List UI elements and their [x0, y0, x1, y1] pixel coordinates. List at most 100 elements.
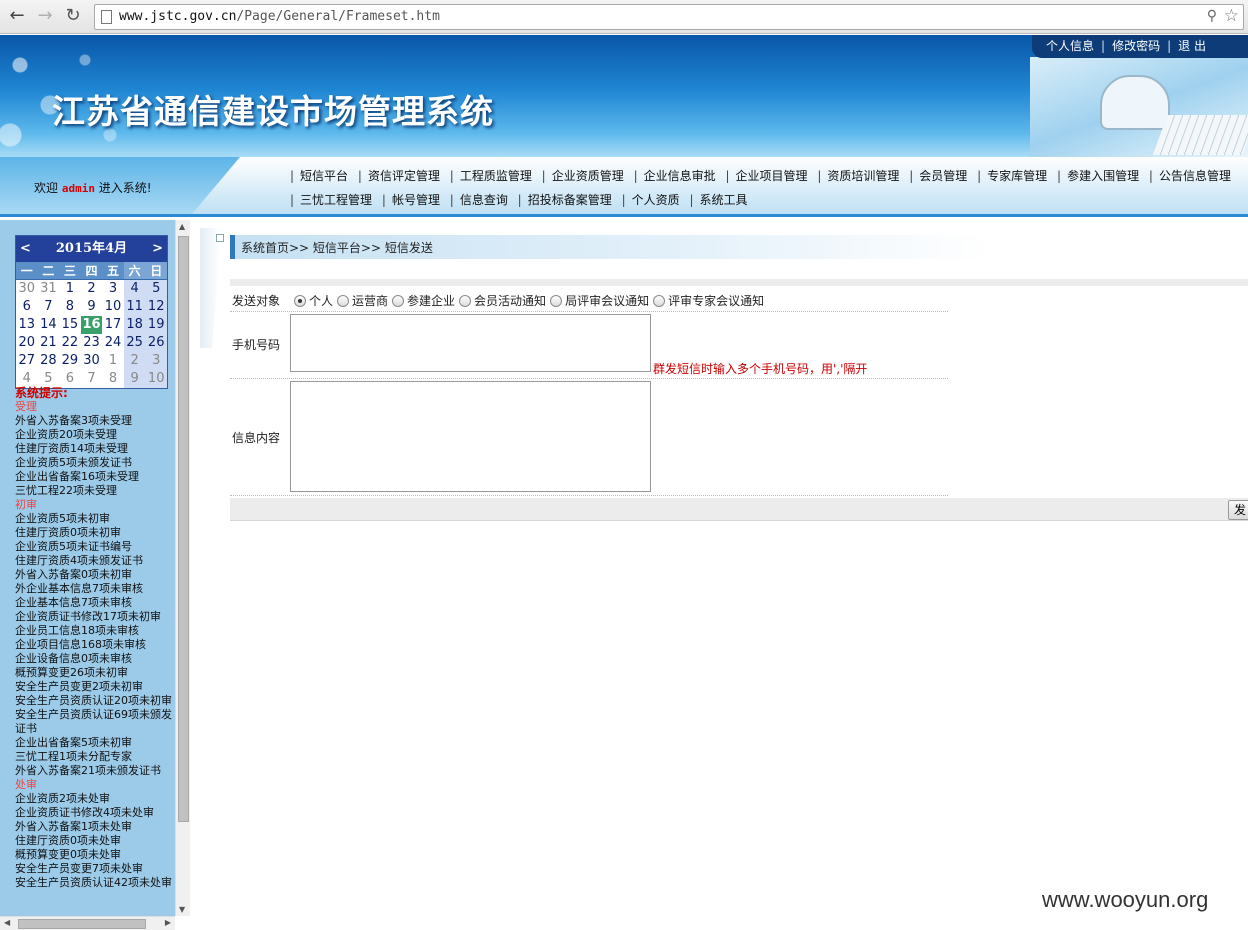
- tip-item[interactable]: 外省入苏备案21项未颁发证书: [15, 764, 175, 778]
- forward-arrow-icon[interactable]: →: [34, 5, 56, 27]
- calendar-day[interactable]: 13: [16, 316, 38, 334]
- tip-item[interactable]: 概预算变更26项未初审: [15, 666, 175, 680]
- tip-item[interactable]: 企业资质证书修改17项未初审: [15, 610, 175, 624]
- calendar-day[interactable]: 21: [37, 334, 60, 352]
- menu-info-query[interactable]: 信息查询: [460, 193, 508, 207]
- tip-item[interactable]: 安全生产员资质认证69项未颁发证书: [15, 708, 175, 736]
- tip-item[interactable]: 外省入苏备案1项未处审: [15, 820, 175, 834]
- menu-members[interactable]: 会员管理: [919, 169, 967, 183]
- send-target-option[interactable]: 参建企业: [392, 294, 455, 308]
- radio-button[interactable]: [392, 295, 405, 307]
- calendar-day[interactable]: 27: [16, 352, 38, 370]
- calendar-day[interactable]: 22: [59, 334, 81, 352]
- calendar-day[interactable]: 4: [123, 280, 146, 298]
- tip-item[interactable]: 企业出省备案5项未初审: [15, 736, 175, 750]
- calendar-day[interactable]: 30: [80, 352, 103, 370]
- scroll-up-arrow-icon[interactable]: ▲: [179, 222, 185, 231]
- change-password-link[interactable]: 修改密码: [1112, 39, 1160, 53]
- tip-item[interactable]: 企业资质5项未初审: [15, 512, 175, 526]
- back-arrow-icon[interactable]: ←: [6, 5, 28, 27]
- menu-quality-supervision[interactable]: 工程质监管理: [460, 169, 532, 183]
- calendar-day[interactable]: 5: [145, 280, 167, 298]
- tip-item[interactable]: 安全生产员资质认证42项未处审: [15, 876, 175, 890]
- calendar-day[interactable]: 8: [59, 298, 81, 316]
- send-target-option[interactable]: 会员活动通知: [459, 294, 546, 308]
- calendar-day[interactable]: 3: [102, 280, 124, 298]
- calendar-day[interactable]: 1: [59, 280, 81, 298]
- menu-expert-pool[interactable]: 专家库管理: [987, 169, 1047, 183]
- calendar-day[interactable]: 19: [145, 316, 167, 334]
- send-target-option[interactable]: 评审专家会议通知: [653, 294, 764, 308]
- calendar-day[interactable]: 14: [37, 316, 60, 334]
- menu-enterprise-qualification[interactable]: 企业资质管理: [552, 169, 624, 183]
- menu-tender-filing[interactable]: 招投标备案管理: [528, 193, 612, 207]
- tip-item[interactable]: 企业出省备案16项未受理: [15, 470, 175, 484]
- calendar-day[interactable]: 26: [145, 334, 167, 352]
- menu-projects[interactable]: 三忧工程管理: [300, 193, 372, 207]
- radio-button[interactable]: [459, 295, 472, 307]
- calendar-day[interactable]: 10: [102, 298, 124, 316]
- sidebar-vertical-scrollbar[interactable]: ▲ ▼: [175, 220, 190, 916]
- tip-item[interactable]: 外企业基本信息7项未审核: [15, 582, 175, 596]
- radio-button[interactable]: [653, 295, 666, 307]
- calendar-day[interactable]: 23: [80, 334, 103, 352]
- tip-item[interactable]: 外省入苏备案0项未初审: [15, 568, 175, 582]
- tip-item[interactable]: 外省入苏备案3项未受理: [15, 414, 175, 428]
- key-icon[interactable]: ⚲: [1207, 8, 1217, 24]
- menu-enterprise-projects[interactable]: 企业项目管理: [736, 169, 808, 183]
- menu-system-tools[interactable]: 系统工具: [700, 193, 748, 207]
- send-target-option[interactable]: 局评审会议通知: [550, 294, 649, 308]
- menu-personal-qualification[interactable]: 个人资质: [632, 193, 680, 207]
- calendar-day[interactable]: 29: [59, 352, 81, 370]
- calendar-day[interactable]: 24: [102, 334, 124, 352]
- send-button[interactable]: 发: [1228, 500, 1248, 520]
- scrollbar-thumb-horizontal[interactable]: [18, 919, 146, 929]
- tip-item[interactable]: 住建厅资质0项未初审: [15, 526, 175, 540]
- content-input[interactable]: [290, 381, 651, 492]
- reload-icon[interactable]: ↻: [62, 5, 84, 27]
- menu-qualification-training[interactable]: 资质培训管理: [827, 169, 899, 183]
- calendar-day[interactable]: 16: [80, 316, 103, 334]
- tip-item[interactable]: 三忧工程22项未受理: [15, 484, 175, 498]
- bookmark-star-icon[interactable]: ☆: [1224, 6, 1239, 26]
- radio-button[interactable]: [294, 295, 306, 307]
- address-bar[interactable]: www.jstc.gov.cn/Page/General/Frameset.ht…: [94, 4, 1244, 30]
- menu-announcements[interactable]: 公告信息管理: [1159, 169, 1231, 183]
- phone-input[interactable]: [290, 314, 651, 372]
- calendar-day[interactable]: 11: [123, 298, 146, 316]
- radio-button[interactable]: [337, 295, 350, 307]
- logout-link[interactable]: 退 出: [1178, 39, 1206, 53]
- calendar-day[interactable]: 18: [123, 316, 146, 334]
- menu-credit-rating[interactable]: 资信评定管理: [368, 169, 440, 183]
- tip-item[interactable]: 企业项目信息168项未审核: [15, 638, 175, 652]
- calendar-day[interactable]: 9: [80, 298, 103, 316]
- calendar-prev-button[interactable]: <: [20, 236, 31, 262]
- profile-link[interactable]: 个人信息: [1046, 39, 1094, 53]
- scroll-down-arrow-icon[interactable]: ▼: [179, 905, 185, 914]
- menu-shortlist[interactable]: 参建入围管理: [1067, 169, 1139, 183]
- calendar-day[interactable]: 28: [37, 352, 60, 370]
- calendar-day[interactable]: 1: [102, 352, 124, 370]
- calendar-day[interactable]: 25: [123, 334, 146, 352]
- menu-accounts[interactable]: 帐号管理: [392, 193, 440, 207]
- tip-item[interactable]: 企业资质5项未证书编号: [15, 540, 175, 554]
- send-target-option[interactable]: 个人: [294, 294, 333, 308]
- tip-item[interactable]: 安全生产员变更7项未处审: [15, 862, 175, 876]
- tip-item[interactable]: 住建厅资质0项未处审: [15, 834, 175, 848]
- calendar-day[interactable]: 3: [145, 352, 167, 370]
- calendar-day[interactable]: 20: [16, 334, 38, 352]
- calendar-day[interactable]: 15: [59, 316, 81, 334]
- calendar-day[interactable]: 2: [123, 352, 146, 370]
- calendar-day[interactable]: 30: [16, 280, 38, 298]
- calendar-next-button[interactable]: >: [152, 236, 163, 262]
- tip-item[interactable]: 住建厅资质4项未颁发证书: [15, 554, 175, 568]
- scroll-left-arrow-icon[interactable]: ◀: [4, 918, 10, 927]
- tip-item[interactable]: 三忧工程1项未分配专家: [15, 750, 175, 764]
- tip-item[interactable]: 企业资质证书修改4项未处审: [15, 806, 175, 820]
- tip-item[interactable]: 安全生产员资质认证20项未初审: [15, 694, 175, 708]
- calendar-day[interactable]: 2: [80, 280, 103, 298]
- scroll-right-arrow-icon[interactable]: ▶: [165, 918, 171, 927]
- send-target-option[interactable]: 运营商: [337, 294, 388, 308]
- tip-item[interactable]: 企业员工信息18项未审核: [15, 624, 175, 638]
- calendar-day[interactable]: 17: [102, 316, 124, 334]
